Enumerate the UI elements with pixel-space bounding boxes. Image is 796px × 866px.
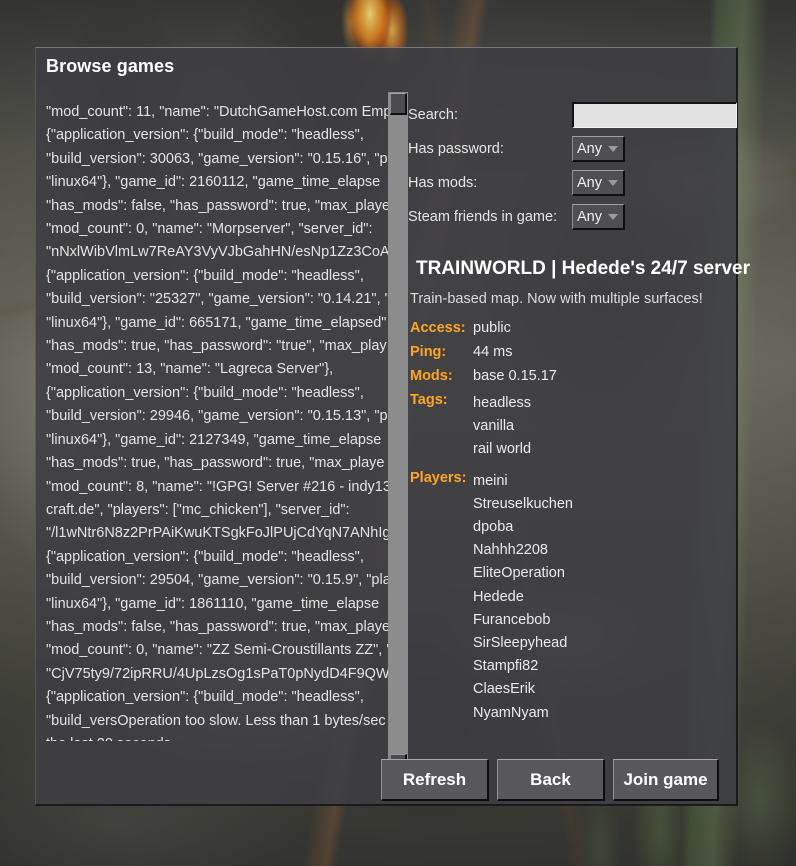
chevron-down-icon xyxy=(608,213,618,220)
info-row-access: Access: public xyxy=(408,320,728,336)
server-info: Access: public Ping: 44 ms Mods: base 0.… xyxy=(408,320,728,725)
console-log-line: craft.de", "players": ["mc_chicken"], "s… xyxy=(46,501,350,518)
steam-friends-dropdown[interactable]: Any xyxy=(572,204,625,230)
tag-item: rail world xyxy=(473,441,532,458)
mods-value: base 0.15.17 xyxy=(473,368,557,384)
console-log-line: "mod_count": 13, "name": "Lagreca Server… xyxy=(46,361,334,378)
console-log-line: "mod_count": 0, "name": "Morpserver", "s… xyxy=(46,221,373,238)
info-row-players: Players: meini Streuselkuchen dpoba Nahhh22… xyxy=(408,470,728,725)
console-log-line: "build_version": 30063, "game_version": … xyxy=(46,150,388,167)
console-log-line: {"application_version": {"build_mode": "… xyxy=(46,548,364,565)
join-game-button[interactable]: Join game xyxy=(613,759,719,801)
player-item: Furancebob xyxy=(473,611,551,628)
console-log-line: "mod_count": 11, "name": "DutchGameHost.… xyxy=(46,104,388,120)
has-password-label: Has password: xyxy=(408,141,504,157)
player-item: Streuselkuchen xyxy=(473,495,573,512)
refresh-button[interactable]: Refresh xyxy=(381,759,489,801)
console-log-line: "nNxlWibVlmLw7ReAY3VyVJbGahHN/esNp1Zz3Co… xyxy=(46,244,388,261)
info-row-tags: Tags: headless vanilla rail world xyxy=(408,392,728,462)
player-item: meini xyxy=(473,472,508,489)
search-input[interactable] xyxy=(572,102,737,128)
server-list-scrollbar[interactable] xyxy=(388,92,408,792)
console-log-line: "build_version": 29946, "game_version": … xyxy=(46,408,388,425)
console-log-line: "build_version": "25327", "game_version"… xyxy=(46,291,388,308)
console-log-line: {"application_version": {"build_mode": "… xyxy=(46,384,364,401)
players-label: Players: xyxy=(410,469,467,486)
filter-row-has-password: Has password: Any xyxy=(408,132,728,166)
access-label: Access: xyxy=(410,320,466,336)
tag-item: vanilla xyxy=(473,418,515,435)
info-row-ping: Ping: 44 ms xyxy=(408,344,728,360)
console-log-line: {"application_version": {"build_mode": "… xyxy=(46,689,364,706)
console-log-line: "linux64"}, "game_id": 2160112, "game_ti… xyxy=(46,174,381,191)
mods-label: Mods: xyxy=(410,368,453,384)
console-log-line: "linux64"}, "game_id": 1861110, "game_ti… xyxy=(46,595,380,612)
has-mods-dropdown[interactable]: Any xyxy=(572,170,625,196)
server-list-console-log[interactable]: "mod_count": 11, "name": "DutchGameHost.… xyxy=(46,101,388,741)
console-log-line: {"application_version": {"build_mode": "… xyxy=(46,267,364,284)
dialog-button-bar: Refresh Back Join game xyxy=(36,753,739,807)
console-log-line: "CjV75ty9/72ipRRU/4UpLzsOg1sPaT0pNydD4F9… xyxy=(46,665,388,682)
browse-games-dialog: Browse games "mod_count": 11, "name": "D… xyxy=(35,47,750,807)
chevron-down-icon xyxy=(608,145,618,152)
player-item: Hedede xyxy=(473,588,524,605)
steam-friends-label: Steam friends in game: xyxy=(408,209,558,225)
tags-list: headless vanilla rail world xyxy=(473,392,531,462)
player-item: dpoba xyxy=(473,519,514,536)
console-log-line: "has_mods": false, "has_password": true,… xyxy=(46,197,388,214)
console-log-line: "mod_count": 8, "name": "!GPG! Server #2… xyxy=(46,478,388,495)
search-label: Search: xyxy=(408,107,458,123)
console-log-line: {"application_version": {"build_mode": "… xyxy=(46,127,364,144)
steam-friends-value: Any xyxy=(577,208,602,225)
has-mods-value: Any xyxy=(577,174,602,191)
console-log-line: "mod_count": 0, "name": "ZZ Semi-Crousti… xyxy=(46,642,388,659)
server-description: Train-based map. Now with multiple surfa… xyxy=(410,291,703,307)
chevron-down-icon xyxy=(608,179,618,186)
server-title: TRAINWORLD | Hedede's 24/7 server xyxy=(416,258,750,279)
console-log-line: "build_versOperation too slow. Less than… xyxy=(46,712,386,729)
console-log-line: the last 20 seconds xyxy=(46,733,388,741)
console-log-line: "linux64"}, "game_id": 2127349, "game_ti… xyxy=(46,431,382,448)
ping-value: 44 ms xyxy=(473,344,513,360)
back-button[interactable]: Back xyxy=(497,759,605,801)
console-log-line: "has_mods": true, "has_password": true, … xyxy=(46,455,385,472)
console-log-line: "has_mods": false, "has_password": true,… xyxy=(46,618,388,635)
filter-row-search: Search: xyxy=(408,98,737,132)
has-mods-label: Has mods: xyxy=(408,175,478,191)
console-log-line: "build_version": 29504, "game_version": … xyxy=(46,572,388,589)
player-item: EliteOperation xyxy=(473,565,565,582)
dialog-title: Browse games xyxy=(46,56,175,76)
player-item: Nahhh2208 xyxy=(473,542,548,559)
ping-label: Ping: xyxy=(410,344,447,360)
access-value: public xyxy=(473,320,511,336)
scrollbar-thumb[interactable] xyxy=(390,93,407,115)
player-item: Stampfi82 xyxy=(473,658,539,675)
has-password-value: Any xyxy=(577,140,602,157)
filters-section: Search: Has password: Any Has mods: Any … xyxy=(408,98,737,234)
filter-row-steam-friends: Steam friends in game: Any xyxy=(408,200,728,234)
console-log-line: "has_mods": true, "has_password": "true"… xyxy=(46,338,387,355)
tags-label: Tags: xyxy=(410,392,448,408)
console-log-line: "/l1wNtr6N8z2PrPAiKwuKTSgkFoJlPUjCdYqN7A… xyxy=(46,525,388,542)
console-log-line: "linux64"}, "game_id": 665171, "game_tim… xyxy=(46,314,387,331)
has-password-dropdown[interactable]: Any xyxy=(572,136,625,162)
players-list: meini Streuselkuchen dpoba Nahhh2208 EliteOp… xyxy=(473,470,573,725)
player-item: ClaesErik xyxy=(473,681,536,698)
player-item: SirSleepyhead xyxy=(473,635,568,652)
details-panel: Search: Has password: Any Has mods: Any … xyxy=(408,98,750,733)
tag-item: headless xyxy=(473,395,532,411)
player-item: NyamNyam xyxy=(473,704,549,721)
filter-row-has-mods: Has mods: Any xyxy=(408,166,728,200)
info-row-mods: Mods: base 0.15.17 xyxy=(408,368,728,384)
